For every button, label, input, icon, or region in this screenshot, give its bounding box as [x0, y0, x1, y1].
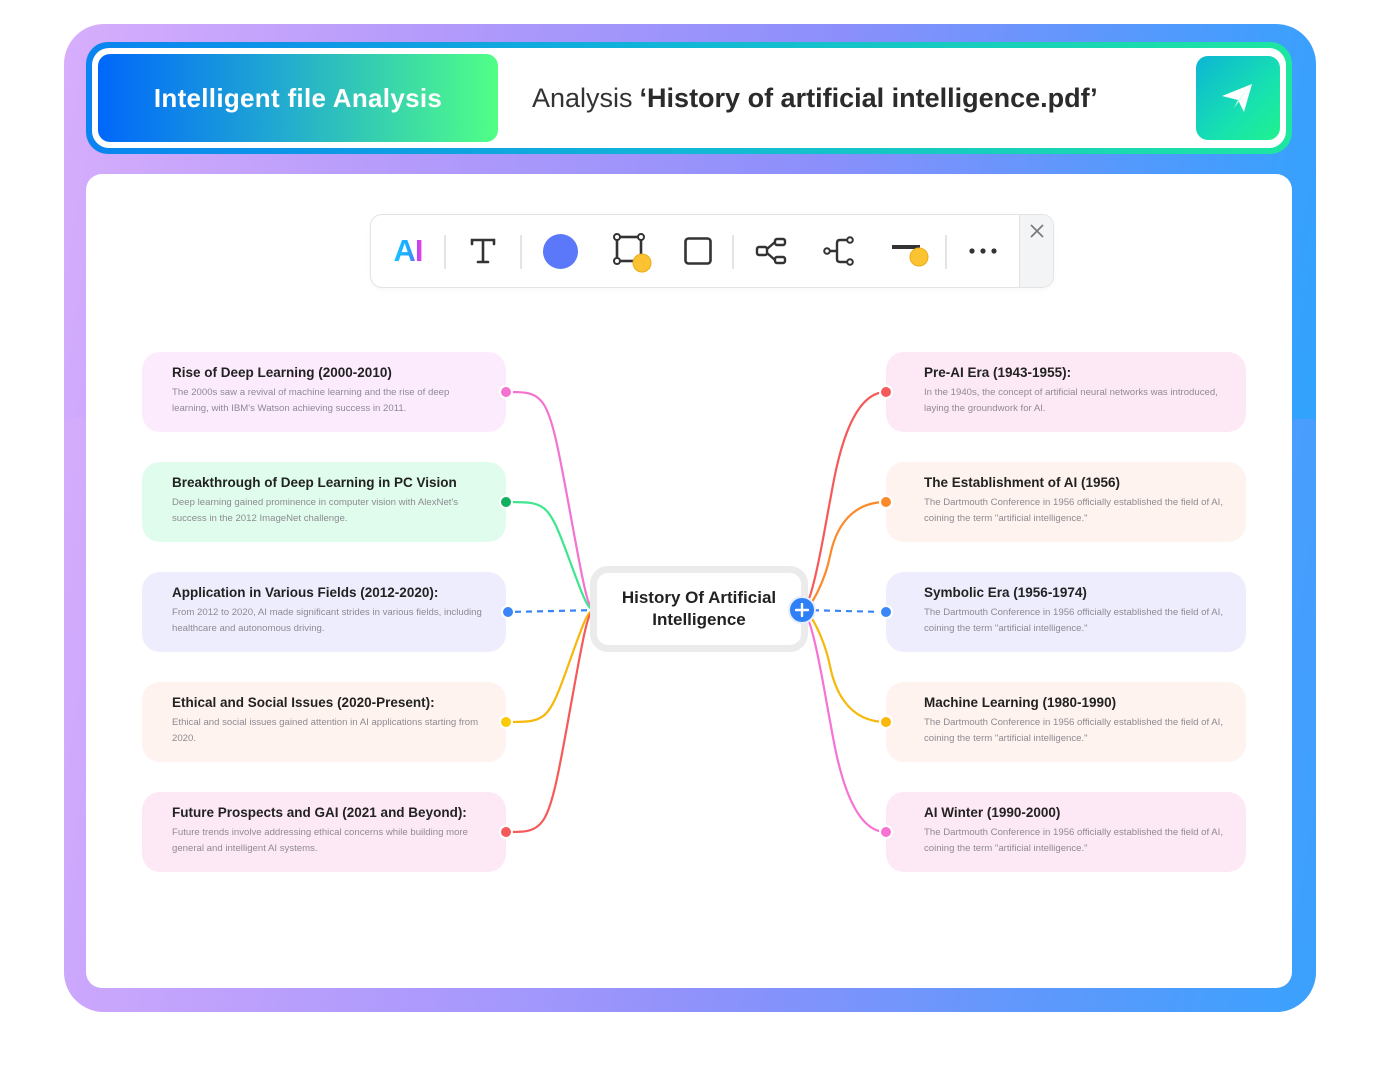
toolbar-divider — [945, 235, 947, 269]
connector-handle[interactable] — [879, 495, 893, 509]
connector-handle[interactable] — [499, 385, 513, 399]
connector-handle[interactable] — [879, 605, 893, 619]
mindmap-canvas[interactable]: AI Rise of Deep Learning (2000-2010) The… — [86, 174, 1292, 988]
toolbar-divider — [444, 235, 446, 269]
color-circle-icon — [542, 233, 578, 269]
node-description: The 2000s saw a revival of machine learn… — [172, 387, 450, 414]
central-topic[interactable]: History Of Artificial Intelligence — [590, 566, 808, 652]
branch-button[interactable] — [817, 215, 861, 287]
connector-handle[interactable] — [879, 385, 893, 399]
node-title: Application in Various Fields (2012-2020… — [172, 585, 439, 600]
connector-handle[interactable] — [499, 825, 513, 839]
node-description: The Dartmouth Conference in 1956 officia… — [924, 497, 1224, 524]
mindmap-toolbar: AI — [370, 214, 1054, 288]
branch-line — [801, 608, 887, 834]
left-topic-node[interactable]: Ethical and Social Issues (2020-Present)… — [142, 682, 506, 762]
node-title: Ethical and Social Issues (2020-Present)… — [172, 695, 435, 710]
node-description: In the 1940s, the concept of artificial … — [924, 387, 1218, 414]
border-corners-icon — [613, 233, 652, 273]
branch-line — [505, 608, 599, 724]
left-topic-node[interactable]: Rise of Deep Learning (2000-2010) The 200… — [142, 352, 506, 432]
send-button[interactable] — [1196, 56, 1280, 140]
right-topic-node[interactable]: Symbolic Era (1956-1974) The Dartmouth Co… — [886, 572, 1246, 652]
central-topic-text: History Of Artificial Intelligence — [621, 588, 777, 629]
node-description: From 2012 to 2020, AI made significant s… — [172, 607, 482, 634]
branch-connector-icon — [823, 236, 854, 266]
right-topic-node[interactable]: Machine Learning (1980-1990) The Dartmout… — [886, 682, 1246, 762]
node-title: Future Prospects and GAI (2021 and Beyon… — [172, 805, 467, 820]
right-topic-node[interactable]: AI Winter (1990-2000) The Dartmouth Confe… — [886, 792, 1246, 872]
text-tool-button[interactable] — [461, 215, 505, 287]
branch-line — [505, 500, 599, 612]
branch-line — [801, 608, 887, 724]
toolbar-divider — [732, 235, 734, 269]
paper-plane-icon — [1222, 84, 1252, 112]
plus-icon — [795, 603, 809, 617]
more-button[interactable] — [961, 215, 1005, 287]
connector-handle[interactable] — [499, 715, 513, 729]
branch-line — [801, 390, 887, 612]
analysis-title: Analysis ‘History of artificial intellig… — [532, 48, 1098, 148]
node-description: The Dartmouth Conference in 1956 officia… — [924, 607, 1224, 634]
line-style-button[interactable] — [885, 215, 935, 287]
branch-line — [505, 608, 599, 834]
text-T-icon — [470, 238, 496, 264]
right-topic-node[interactable]: Pre-AI Era (1943-1955): In the 1940s, the… — [886, 352, 1246, 432]
square-icon — [684, 237, 712, 265]
node-description: Future trends involve addressing ethical… — [172, 827, 468, 854]
close-icon — [1029, 224, 1044, 238]
header-bar: Intelligent file Analysis Analysis ‘Hist… — [86, 42, 1292, 154]
branch-line — [507, 608, 599, 614]
file-name: ‘History of artificial intelligence.pdf’ — [639, 82, 1098, 113]
ai-tool-button[interactable]: AI — [385, 215, 431, 287]
connector-handle[interactable] — [879, 715, 893, 729]
node-description: Ethical and social issues gained attenti… — [172, 717, 479, 744]
connector-handle[interactable] — [499, 495, 513, 509]
left-topic-node[interactable]: Future Prospects and GAI (2021 and Beyon… — [142, 792, 506, 872]
layout-button[interactable] — [749, 215, 793, 287]
ai-text-icon: AI — [393, 233, 424, 268]
node-description: The Dartmouth Conference in 1956 officia… — [924, 717, 1224, 744]
connector-handle[interactable] — [501, 605, 515, 619]
branch-line — [801, 500, 887, 612]
mindmap-structure-icon — [755, 237, 787, 265]
node-title: Machine Learning (1980-1990) — [924, 695, 1117, 710]
feature-badge: Intelligent file Analysis — [98, 54, 498, 142]
node-title: Rise of Deep Learning (2000-2010) — [172, 365, 392, 380]
node-description: Deep learning gained prominence in compu… — [172, 497, 459, 524]
shape-button[interactable] — [675, 215, 721, 287]
node-title: Pre-AI Era (1943-1955): — [924, 365, 1072, 380]
border-color-button[interactable] — [607, 215, 657, 287]
right-topic-node[interactable]: The Establishment of AI (1956) The Dartmo… — [886, 462, 1246, 542]
node-title: AI Winter (1990-2000) — [924, 805, 1061, 820]
left-topic-node[interactable]: Breakthrough of Deep Learning in PC Visi… — [142, 462, 506, 542]
toolbar-close-button[interactable] — [1019, 215, 1053, 287]
analysis-prefix: Analysis — [532, 82, 633, 113]
toolbar-divider — [520, 235, 522, 269]
node-title: The Establishment of AI (1956) — [924, 475, 1121, 490]
connector-handle[interactable] — [879, 825, 893, 839]
left-topic-node[interactable]: Application in Various Fields (2012-2020… — [142, 572, 506, 652]
header-inner: Intelligent file Analysis Analysis ‘Hist… — [92, 48, 1286, 148]
more-dots-icon — [969, 248, 997, 254]
node-description: The Dartmouth Conference in 1956 officia… — [924, 827, 1224, 854]
branch-line — [505, 390, 599, 612]
fill-color-button[interactable] — [537, 215, 583, 287]
add-node-button[interactable] — [788, 596, 816, 624]
node-title: Breakthrough of Deep Learning in PC Visi… — [172, 475, 457, 490]
node-title: Symbolic Era (1956-1974) — [924, 585, 1087, 600]
line-weight-icon — [892, 245, 929, 267]
